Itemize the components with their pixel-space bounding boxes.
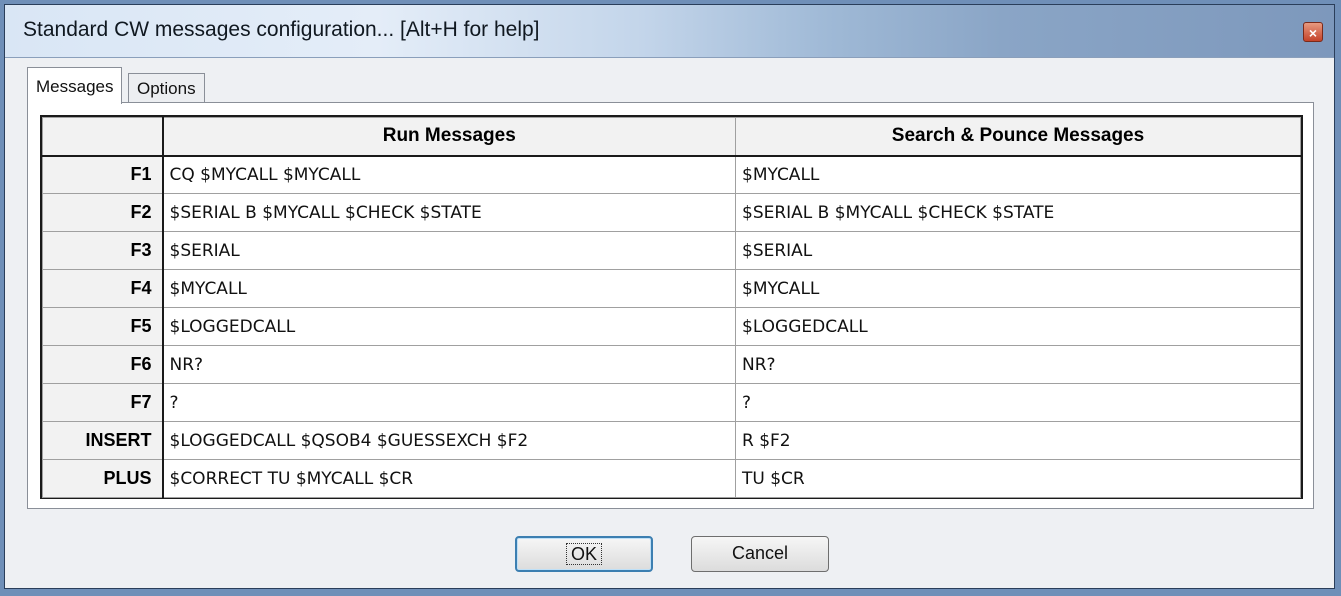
close-icon: ×	[1308, 25, 1318, 41]
tab-options[interactable]: Options	[128, 73, 205, 103]
table-row: F3 $SERIAL $SERIAL	[42, 231, 1301, 270]
table-row: F5 $LOGGEDCALL $LOGGEDCALL	[42, 307, 1301, 346]
table-row: F2 $SERIAL B $MYCALL $CHECK $STATE $SERI…	[42, 193, 1301, 232]
run-message-cell[interactable]: NR?	[162, 345, 736, 384]
sp-message-cell[interactable]: $SERIAL	[735, 231, 1301, 270]
corner-header	[42, 117, 164, 157]
row-key: F2	[42, 193, 164, 232]
sp-message-cell[interactable]: NR?	[735, 345, 1301, 384]
table-row: F4 $MYCALL $MYCALL	[42, 269, 1301, 308]
run-message-cell[interactable]: $MYCALL	[162, 269, 736, 308]
table-row: F7 ? ?	[42, 383, 1301, 422]
table-row: F6 NR? NR?	[42, 345, 1301, 384]
sp-messages-header: Search & Pounce Messages	[735, 117, 1301, 157]
row-key: INSERT	[42, 421, 164, 460]
run-message-cell[interactable]: ?	[162, 383, 736, 422]
messages-panel: Run Messages Search & Pounce Messages F1…	[27, 102, 1314, 509]
row-key: F5	[42, 307, 164, 346]
ok-button[interactable]: OK	[515, 536, 653, 572]
row-key: F7	[42, 383, 164, 422]
window-title: Standard CW messages configuration... [A…	[23, 18, 540, 41]
sp-message-cell[interactable]: ?	[735, 383, 1301, 422]
sp-message-cell[interactable]: $MYCALL	[735, 155, 1301, 194]
run-messages-header: Run Messages	[162, 117, 736, 157]
run-message-cell[interactable]: $SERIAL B $MYCALL $CHECK $STATE	[162, 193, 736, 232]
ok-button-label: OK	[565, 543, 603, 565]
sp-message-cell[interactable]: TU $CR	[735, 459, 1301, 498]
tab-messages[interactable]: Messages	[27, 67, 123, 104]
button-bar: OK Cancel	[5, 510, 1334, 590]
row-key: F3	[42, 231, 164, 270]
row-key: F4	[42, 269, 164, 308]
row-key: F1	[42, 155, 164, 194]
run-message-cell[interactable]: $LOGGEDCALL	[162, 307, 736, 346]
sp-message-cell[interactable]: R $F2	[735, 421, 1301, 460]
messages-grid: Run Messages Search & Pounce Messages F1…	[40, 115, 1303, 499]
run-message-cell[interactable]: $SERIAL	[162, 231, 736, 270]
run-message-cell[interactable]: $CORRECT TU $MYCALL $CR	[162, 459, 736, 498]
sp-message-cell[interactable]: $LOGGEDCALL	[735, 307, 1301, 346]
run-message-cell[interactable]: $LOGGEDCALL $QSOB4 $GUESSEXCH $F2	[162, 421, 736, 460]
table-row: INSERT $LOGGEDCALL $QSOB4 $GUESSEXCH $F2…	[42, 421, 1301, 460]
table-row: F1 CQ $MYCALL $MYCALL $MYCALL	[42, 155, 1301, 194]
dialog-window: Standard CW messages configuration... [A…	[4, 4, 1335, 589]
table-row: PLUS $CORRECT TU $MYCALL $CR TU $CR	[42, 459, 1301, 498]
title-bar[interactable]: Standard CW messages configuration... [A…	[5, 5, 1334, 58]
sp-message-cell[interactable]: $SERIAL B $MYCALL $CHECK $STATE	[735, 193, 1301, 232]
row-key: PLUS	[42, 459, 164, 498]
run-message-cell[interactable]: CQ $MYCALL $MYCALL	[162, 155, 736, 194]
header-row: Run Messages Search & Pounce Messages	[42, 117, 1301, 157]
close-button[interactable]: ×	[1303, 22, 1323, 42]
cancel-button[interactable]: Cancel	[691, 536, 829, 572]
row-key: F6	[42, 345, 164, 384]
sp-message-cell[interactable]: $MYCALL	[735, 269, 1301, 308]
messages-table: Run Messages Search & Pounce Messages F1…	[42, 117, 1301, 498]
